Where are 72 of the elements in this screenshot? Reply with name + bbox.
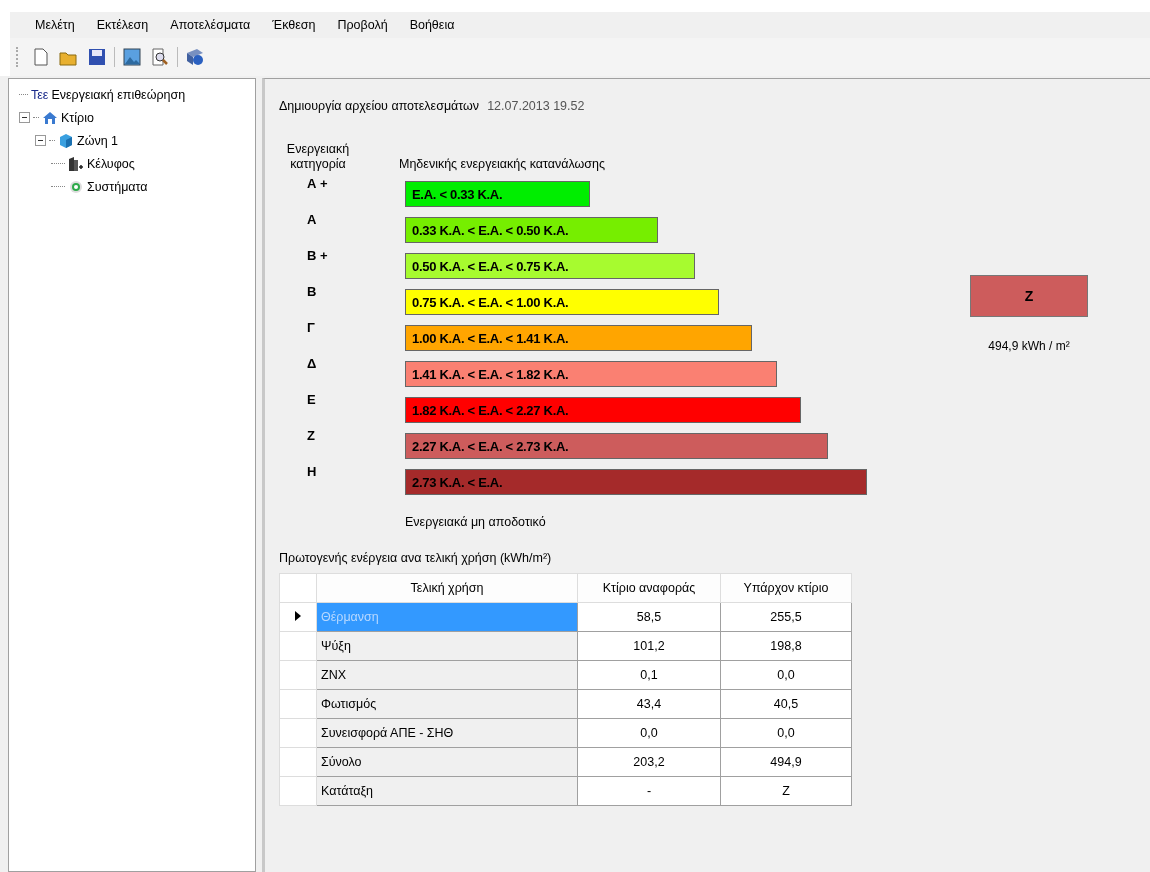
column-header: Ενεργειακή κατηγορία <box>285 142 351 171</box>
collapse-icon[interactable] <box>35 135 46 146</box>
collapse-icon[interactable] <box>19 112 30 123</box>
table-cell[interactable]: 203,2 <box>577 747 721 777</box>
toolbar-button[interactable] <box>121 46 143 68</box>
table-cell[interactable]: 255,5 <box>720 602 852 632</box>
created-date: 12.07.2013 19.52 <box>487 99 585 113</box>
toolbar-button[interactable] <box>86 46 108 68</box>
created-label: Δημιουργία αρχείου αποτελεσμάτων <box>279 99 480 113</box>
table-cell[interactable]: 0,1 <box>577 660 721 690</box>
energy-class-label: Δ <box>306 355 318 373</box>
energy-class-bar: 0.50 Κ.Α. < Ε.Α. < 0.75 Κ.Α. <box>405 253 695 279</box>
scale-caption: Μηδενικής ενεργειακής κατανάλωσης <box>399 157 605 171</box>
menu-item[interactable]: Μελέτη <box>24 18 86 32</box>
energy-class-bar: 1.41 Κ.Α. < Ε.Α. < 1.82 Κ.Α. <box>405 361 777 387</box>
house-icon <box>42 109 58 126</box>
logo: Τεε <box>31 87 49 102</box>
energy-class-bar: 0.75 Κ.Α. < Ε.Α. < 1.00 Κ.Α. <box>405 289 719 315</box>
image-icon <box>123 48 141 66</box>
menu-item[interactable]: Προβολή <box>326 18 399 32</box>
table-cell[interactable]: 0,0 <box>720 660 852 690</box>
cube-icon <box>58 132 74 149</box>
energy-class-bar: Ε.Α. < 0.33 Κ.Α. <box>405 181 590 207</box>
column-header[interactable]: Κτίριο αναφοράς <box>577 573 721 603</box>
menu-item[interactable]: Βοήθεια <box>398 18 466 32</box>
menu-item[interactable]: Εκτέλεση <box>85 18 160 32</box>
menu-item[interactable]: Έκθεση <box>261 18 327 32</box>
energy-class-label: Α <box>306 211 318 229</box>
save-icon <box>88 48 106 66</box>
table-cell[interactable]: 43,4 <box>577 689 721 719</box>
table-cell[interactable]: 101,2 <box>577 631 721 661</box>
energy-class-label: Γ <box>306 319 316 337</box>
energy-class-label: Β <box>306 283 318 301</box>
table-cell[interactable]: 0,0 <box>720 718 852 748</box>
current-row-icon <box>295 611 301 621</box>
tree-item[interactable]: Συστήματα <box>87 179 148 194</box>
table-cell[interactable]: Σύνολο <box>316 747 578 777</box>
magnifier-icon <box>151 48 169 66</box>
rating-badge: Ζ <box>970 275 1088 317</box>
energy-class-bar: 2.73 Κ.Α. < Ε.Α. <box>405 469 867 495</box>
column-header[interactable]: Υπάρχον κτίριο <box>720 573 852 603</box>
energy-class-label: Α + <box>306 175 329 193</box>
energy-class-label: Β + <box>306 247 329 265</box>
table-cell[interactable]: Κατάταξη <box>316 776 578 806</box>
table-cell[interactable]: Συνεισφορά ΑΠΕ - ΣΗΘ <box>316 718 578 748</box>
new-file-icon <box>33 48 49 66</box>
energy-class-bar: 1.00 Κ.Α. < Ε.Α. < 1.41 Κ.Α. <box>405 325 752 351</box>
tree-item[interactable]: Κέλυφος <box>87 156 135 171</box>
table-cell[interactable]: 198,8 <box>720 631 852 661</box>
energy-value: 494,9 kWh / m² <box>988 339 1070 353</box>
energy-class-label: Ζ <box>306 427 316 445</box>
tree-item[interactable]: Ζώνη 1 <box>77 133 119 148</box>
table-cell[interactable]: 58,5 <box>577 602 721 632</box>
table-cell[interactable]: Ψύξη <box>316 631 578 661</box>
energy-class-bar: 1.82 Κ.Α. < Ε.Α. < 2.27 Κ.Α. <box>405 397 801 423</box>
table-title: Πρωτογενής ενέργεια ανα τελική χρήση (kWh/m²) <box>279 551 553 565</box>
table-cell[interactable]: Φωτισμός <box>316 689 578 719</box>
energy-class-label: Η <box>306 463 318 481</box>
table-cell[interactable]: ΖΝΧ <box>316 660 578 690</box>
table-cell[interactable]: Ζ <box>720 776 852 806</box>
tree-item[interactable]: Ενεργειακή επιθεώρηση <box>51 87 186 102</box>
energy-class-bar: 2.27 Κ.Α. < Ε.Α. < 2.73 Κ.Α. <box>405 433 828 459</box>
scale-caption: Ενεργειακά μη αποδοτικό <box>405 515 547 529</box>
column-header[interactable]: Τελική χρήση <box>316 573 578 603</box>
menu-item[interactable]: Αποτελέσματα <box>159 18 262 32</box>
table-cell[interactable]: - <box>577 776 721 806</box>
table-cell[interactable]: 40,5 <box>720 689 852 719</box>
table-cell[interactable]: 494,9 <box>720 747 852 777</box>
energy-class-label: Ε <box>306 391 317 409</box>
table-cell[interactable]: 0,0 <box>577 718 721 748</box>
energy-class-bar: 0.33 Κ.Α. < Ε.Α. < 0.50 Κ.Α. <box>405 217 658 243</box>
tree-item[interactable]: Κτίριο <box>61 110 94 125</box>
